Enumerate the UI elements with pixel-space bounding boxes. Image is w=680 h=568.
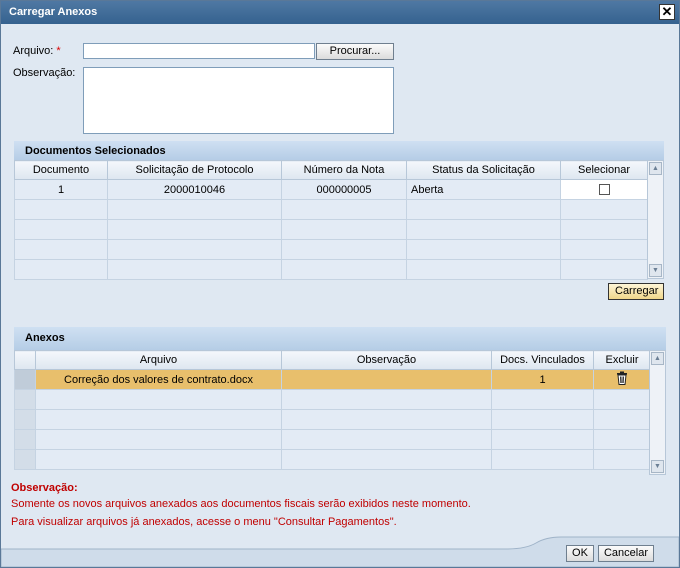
table-row-empty [14,429,651,450]
cell-excluir [593,369,651,390]
table-row-empty [14,199,648,220]
anexos-scrollbar[interactable]: ▲ ▼ [649,350,666,475]
ok-button[interactable]: OK [566,545,594,562]
observacao-textarea[interactable] [83,67,394,134]
close-icon: ✕ [661,4,673,19]
required-mark: * [56,45,61,57]
cell-numero-nota: 000000005 [281,179,407,200]
col-documento[interactable]: Documento [14,160,108,180]
close-button[interactable]: ✕ [659,4,675,20]
dialog-title: Carregar Anexos [9,6,98,18]
selecionar-checkbox[interactable] [598,184,610,196]
row-selector-header [14,350,36,370]
carregar-anexos-dialog: Carregar Anexos ✕ Arquivo: * Procurar... … [0,0,680,568]
anexos-header: Anexos [14,327,666,350]
observacao-label: Observação: [13,67,76,79]
cell-solicitacao: 2000010046 [107,179,282,200]
arquivo-label: Arquivo: * [13,45,61,57]
col-excluir[interactable]: Excluir [593,350,651,370]
arquivo-file-input[interactable] [83,43,315,59]
dialog-titlebar: Carregar Anexos ✕ [1,1,679,24]
cell-observacao [281,369,492,390]
scroll-down-icon[interactable]: ▼ [651,460,664,473]
table-row-empty [14,219,648,240]
arquivo-label-text: Arquivo: [13,45,54,57]
cell-status: Aberta [406,179,561,200]
cancelar-button[interactable]: Cancelar [598,545,654,562]
table-row[interactable]: 1 2000010046 000000005 Aberta [14,179,648,200]
table-row-empty [14,239,648,260]
documentos-scrollbar[interactable]: ▲ ▼ [647,160,664,279]
table-row-empty [14,259,648,280]
note-line-1: Somente os novos arquivos anexados aos d… [11,498,471,510]
col-status-solicitacao[interactable]: Status da Solicitação [406,160,561,180]
table-row[interactable]: Correção dos valores de contrato.docx 1 [14,369,651,390]
note-title: Observação: [11,482,78,494]
cell-arquivo: Correção dos valores de contrato.docx [35,369,282,390]
carregar-button[interactable]: Carregar [608,283,664,300]
note-line-2: Para visualizar arquivos já anexados, ac… [11,516,397,528]
scroll-up-icon[interactable]: ▲ [651,352,664,365]
col-arquivo[interactable]: Arquivo [35,350,282,370]
scroll-down-icon[interactable]: ▼ [649,264,662,277]
cell-docs-vinculados: 1 [491,369,594,390]
anexos-table: Arquivo Observação Docs. Vinculados Excl… [14,350,651,470]
row-selector[interactable] [14,369,36,390]
cell-documento: 1 [14,179,108,200]
documentos-selecionados-header: Documentos Selecionados [14,141,664,160]
table-row-empty [14,449,651,470]
trash-icon[interactable] [616,371,628,388]
table-row-empty [14,389,651,410]
col-observacao[interactable]: Observação [281,350,492,370]
table-row-empty [14,409,651,430]
col-selecionar[interactable]: Selecionar [560,160,648,180]
col-solicitacao-protocolo[interactable]: Solicitação de Protocolo [107,160,282,180]
scroll-up-icon[interactable]: ▲ [649,162,662,175]
procurar-button[interactable]: Procurar... [316,43,394,60]
col-docs-vinculados[interactable]: Docs. Vinculados [491,350,594,370]
cell-selecionar [560,179,648,200]
col-numero-nota[interactable]: Número da Nota [281,160,407,180]
documentos-table: Documento Solicitação de Protocolo Númer… [14,160,648,280]
